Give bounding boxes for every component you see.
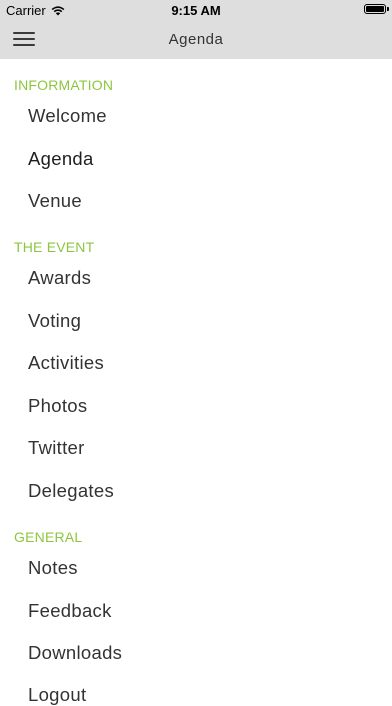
menu-item-twitter[interactable]: Twitter: [28, 437, 85, 459]
menu-item-activities[interactable]: Activities: [28, 352, 104, 374]
menu-item-agenda[interactable]: Agenda: [28, 148, 94, 170]
menu-item-welcome[interactable]: Welcome: [28, 105, 107, 127]
battery-fill: [366, 6, 384, 12]
status-time: 9:15 AM: [171, 3, 221, 18]
menu-item-voting[interactable]: Voting: [28, 310, 81, 332]
menu-item-downloads[interactable]: Downloads: [28, 642, 122, 664]
status-bar: Carrier 9:15 AM: [0, 0, 392, 20]
menu-item-delegates[interactable]: Delegates: [28, 480, 114, 502]
menu-item-logout[interactable]: Logout: [28, 684, 86, 706]
menu-item-notes[interactable]: Notes: [28, 557, 78, 579]
section-header-information: INFORMATION: [14, 77, 114, 93]
section-header-general: GENERAL: [14, 529, 83, 545]
menu-item-awards[interactable]: Awards: [28, 267, 91, 289]
menu-item-feedback[interactable]: Feedback: [28, 600, 112, 622]
navigation-bar: Agenda: [0, 20, 392, 59]
section-header-the-event: THE EVENT: [14, 239, 95, 255]
menu-item-venue[interactable]: Venue: [28, 190, 82, 212]
page-title: Agenda: [168, 31, 224, 48]
menu-item-photos[interactable]: Photos: [28, 395, 87, 417]
battery-icon: [364, 4, 386, 14]
battery-tip: [387, 7, 389, 11]
